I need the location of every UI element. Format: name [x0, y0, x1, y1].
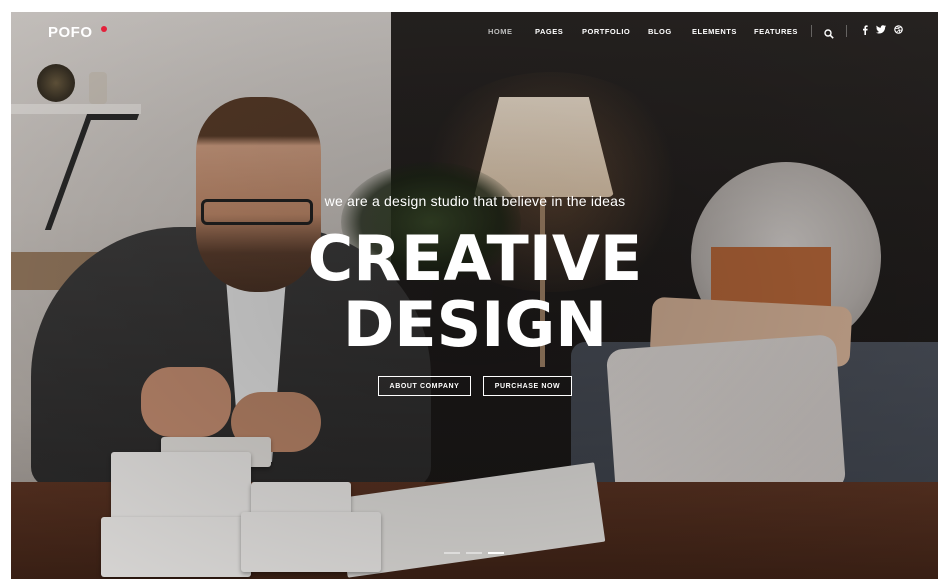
hero-headline-line-1: CREATIVE	[307, 222, 643, 295]
site-logo[interactable]: POFO	[48, 24, 93, 41]
nav-divider	[846, 25, 847, 37]
slider-pagination	[444, 552, 504, 554]
dribbble-icon[interactable]	[893, 25, 903, 36]
nav-item-elements[interactable]: ELEMENTS	[692, 27, 737, 36]
purchase-now-button[interactable]: PURCHASE NOW	[483, 376, 572, 396]
nav-item-pages[interactable]: PAGES	[535, 27, 563, 36]
nav-item-portfolio[interactable]: PORTFOLIO	[582, 27, 630, 36]
search-icon[interactable]	[824, 26, 834, 39]
nav-item-home[interactable]: HOME	[488, 27, 513, 36]
about-company-button[interactable]: ABOUT COMPANY	[378, 376, 471, 396]
slider-dot-3[interactable]	[488, 552, 504, 554]
nav-item-blog[interactable]: BLOG	[648, 27, 672, 36]
nav-item-features[interactable]: FEATURES	[754, 27, 798, 36]
facebook-icon[interactable]	[860, 25, 870, 36]
slider-dot-1[interactable]	[444, 552, 460, 554]
logo-accent-dot	[101, 26, 107, 32]
hero-headline-line-2: DESIGN	[342, 288, 608, 361]
twitter-icon[interactable]	[876, 25, 886, 36]
slider-dot-2[interactable]	[466, 552, 482, 554]
hero-tagline: we are a design studio that believe in t…	[324, 193, 626, 209]
nav-divider	[811, 25, 812, 37]
